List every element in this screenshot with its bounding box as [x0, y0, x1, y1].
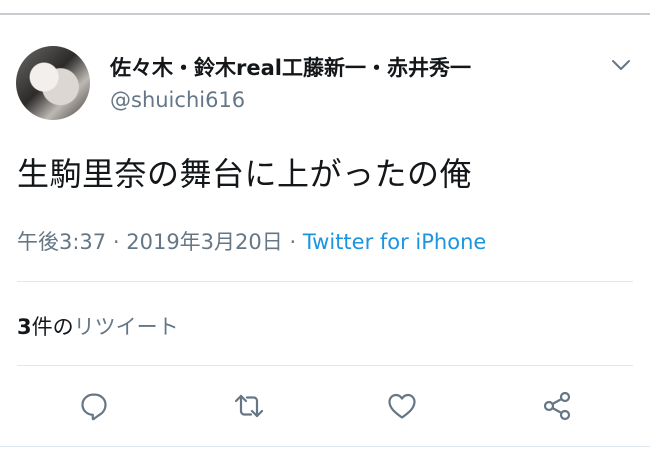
tweet-date[interactable]: 2019年3月20日: [126, 230, 283, 254]
divider: [17, 365, 633, 366]
meta-separator: ·: [289, 230, 297, 254]
tweet-meta: 午後3:37 · 2019年3月20日 · Twitter for iPhone: [17, 226, 486, 256]
retweet-count: 3: [17, 315, 32, 339]
like-icon: [388, 393, 416, 419]
bottom-border: [0, 446, 650, 447]
chevron-down-icon[interactable]: [611, 57, 631, 71]
tweet-source[interactable]: Twitter for iPhone: [303, 230, 487, 254]
retweet-stats[interactable]: 3件のリツイート: [17, 311, 179, 341]
retweet-label: リツイート: [73, 315, 179, 339]
meta-separator: ·: [112, 230, 120, 254]
tweet-text: 生駒里奈の舞台に上がったの俺: [17, 155, 473, 193]
tweet-detail: 佐々木・鈴木real工藤新一・赤井秀一 @shuichi616 生駒里奈の舞台に…: [0, 0, 650, 450]
share-icon: [543, 391, 571, 421]
user-handle[interactable]: @shuichi616: [110, 88, 245, 112]
avatar[interactable]: [16, 46, 90, 120]
reply-button[interactable]: [76, 388, 112, 424]
display-name[interactable]: 佐々木・鈴木real工藤新一・赤井秀一: [110, 52, 471, 82]
top-border: [0, 13, 650, 15]
tweet-time[interactable]: 午後3:37: [17, 230, 106, 254]
retweet-icon: [234, 394, 264, 418]
retweet-unit: 件の: [31, 315, 74, 339]
retweet-button[interactable]: [231, 388, 267, 424]
reply-icon: [81, 393, 107, 421]
like-button[interactable]: [384, 388, 420, 424]
divider: [17, 281, 633, 282]
share-button[interactable]: [539, 388, 575, 424]
